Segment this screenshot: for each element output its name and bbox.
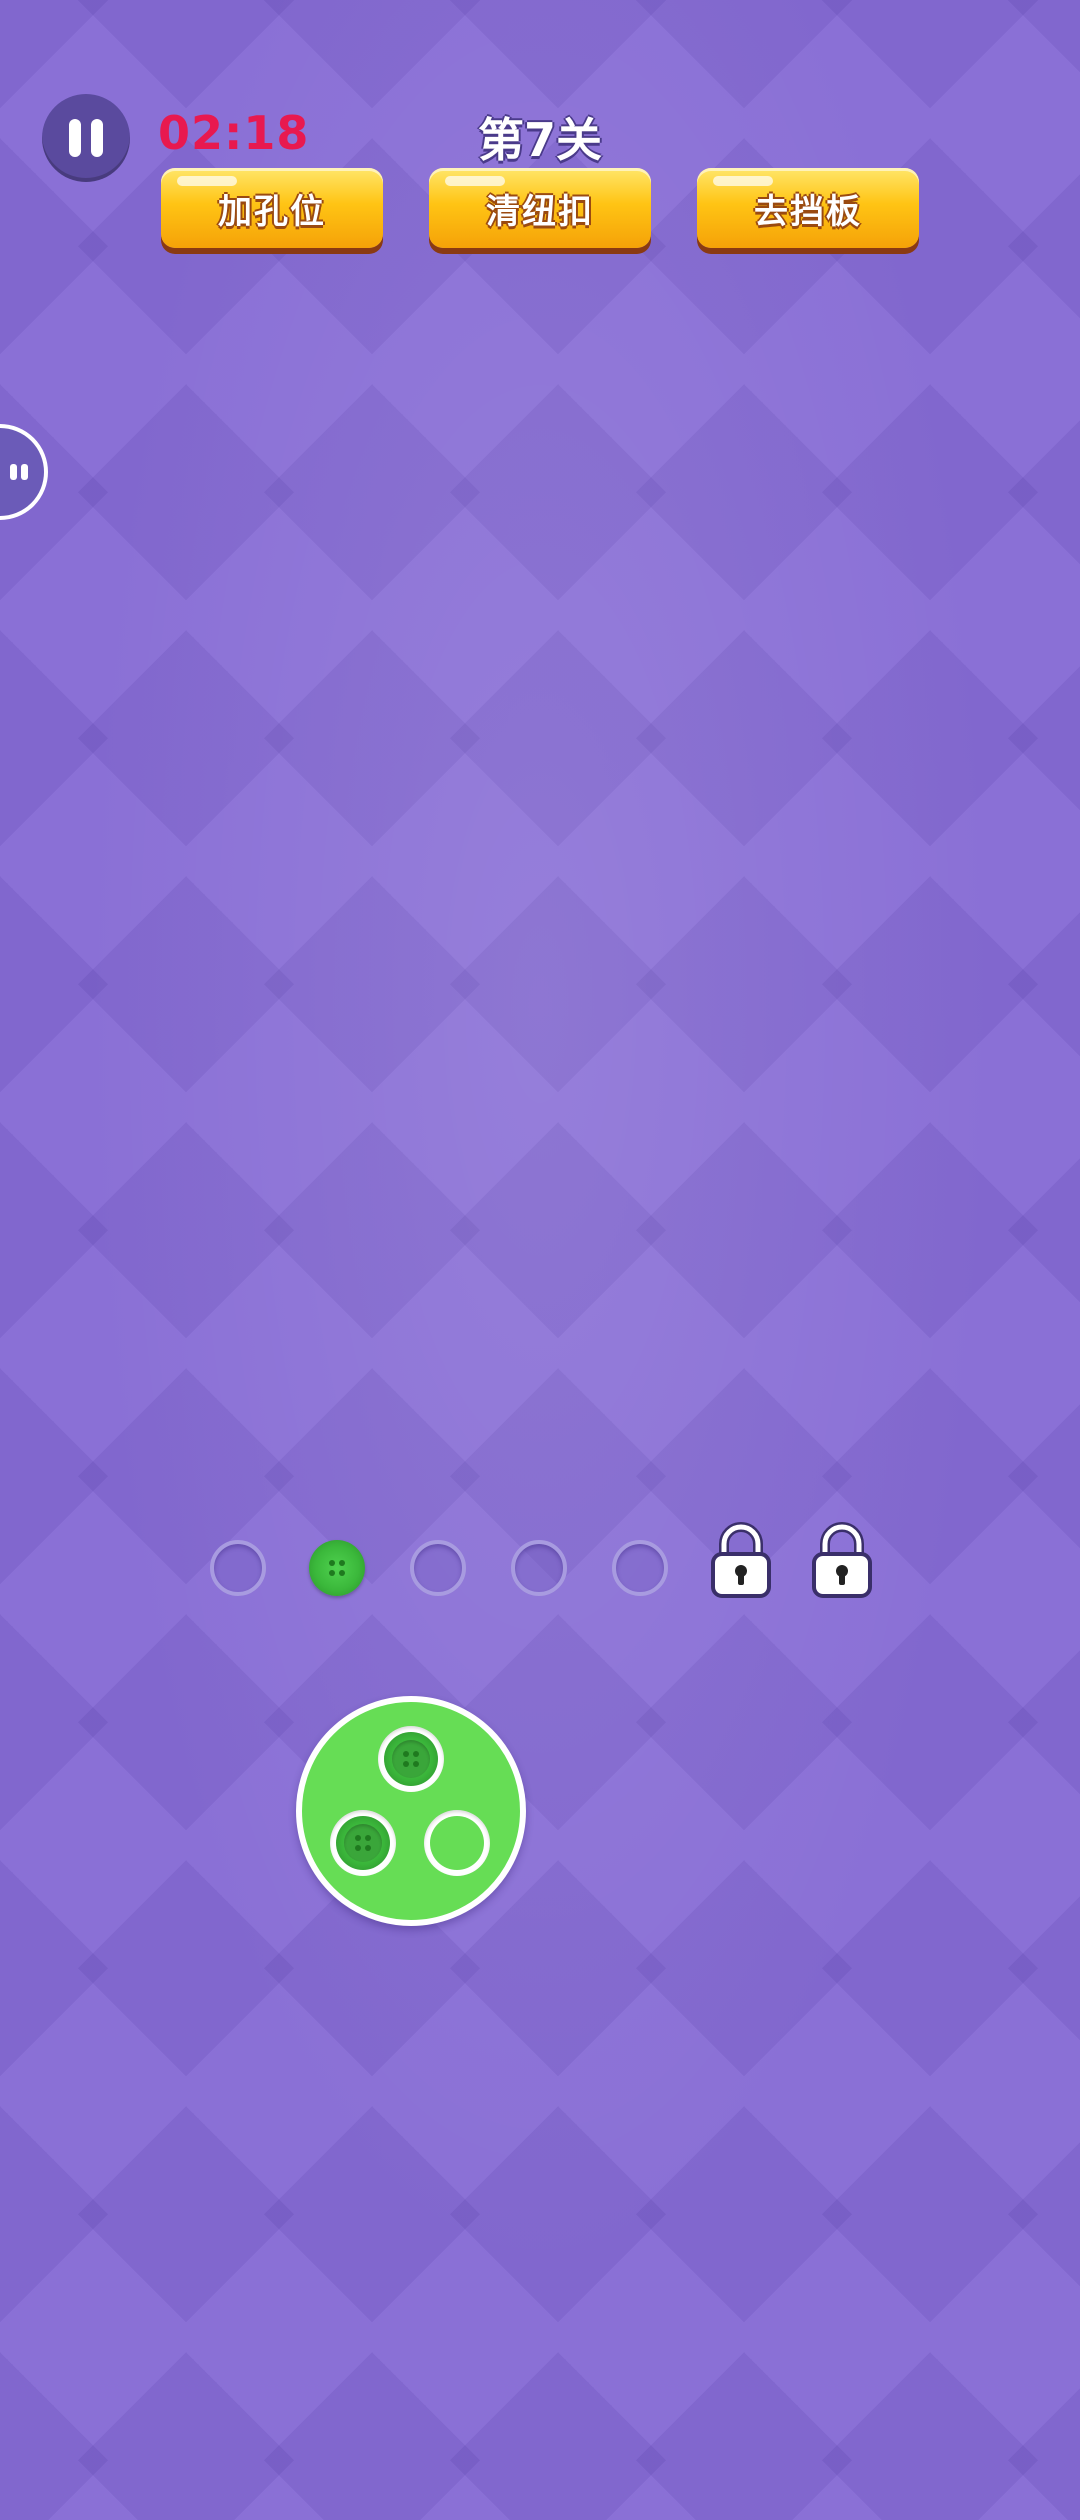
button-gloss (177, 176, 237, 186)
plate-hole-right-empty (424, 1810, 490, 1876)
side-menu-handle[interactable] (0, 424, 48, 520)
button-gloss (445, 176, 505, 186)
button-holes-icon (353, 1833, 373, 1853)
green-button[interactable] (384, 1732, 438, 1786)
add-hole-label: 加孔位 (218, 191, 326, 232)
button-holes-icon (401, 1749, 421, 1769)
slot-2-green-button (309, 1540, 365, 1596)
remove-board-button[interactable]: 去挡板 (697, 168, 919, 248)
button-gloss (713, 176, 773, 186)
level-title: 第7关 (477, 113, 602, 167)
slot-3-empty (410, 1540, 466, 1596)
empty-hole-ring (430, 1816, 484, 1870)
remove-board-label: 去挡板 (754, 191, 862, 232)
slot-4-empty (511, 1540, 567, 1596)
slot-6-lock-icon[interactable] (708, 1520, 774, 1600)
plate-hole-left-button[interactable] (330, 1810, 396, 1876)
green-button[interactable] (336, 1816, 390, 1870)
handle-dot-icon (10, 464, 17, 480)
slot-7-lock-icon[interactable] (809, 1520, 875, 1600)
handle-dot-icon (21, 464, 28, 480)
clear-buttons-button[interactable]: 清纽扣 (429, 168, 651, 248)
plate-hole-top-button[interactable] (378, 1726, 444, 1792)
slot-5-empty (612, 1540, 668, 1596)
green-button-plate[interactable] (296, 1696, 526, 1926)
clear-buttons-label: 清纽扣 (486, 191, 594, 232)
button-holes-icon (327, 1558, 347, 1578)
add-hole-button[interactable]: 加孔位 (161, 168, 383, 248)
slot-1-empty (210, 1540, 266, 1596)
